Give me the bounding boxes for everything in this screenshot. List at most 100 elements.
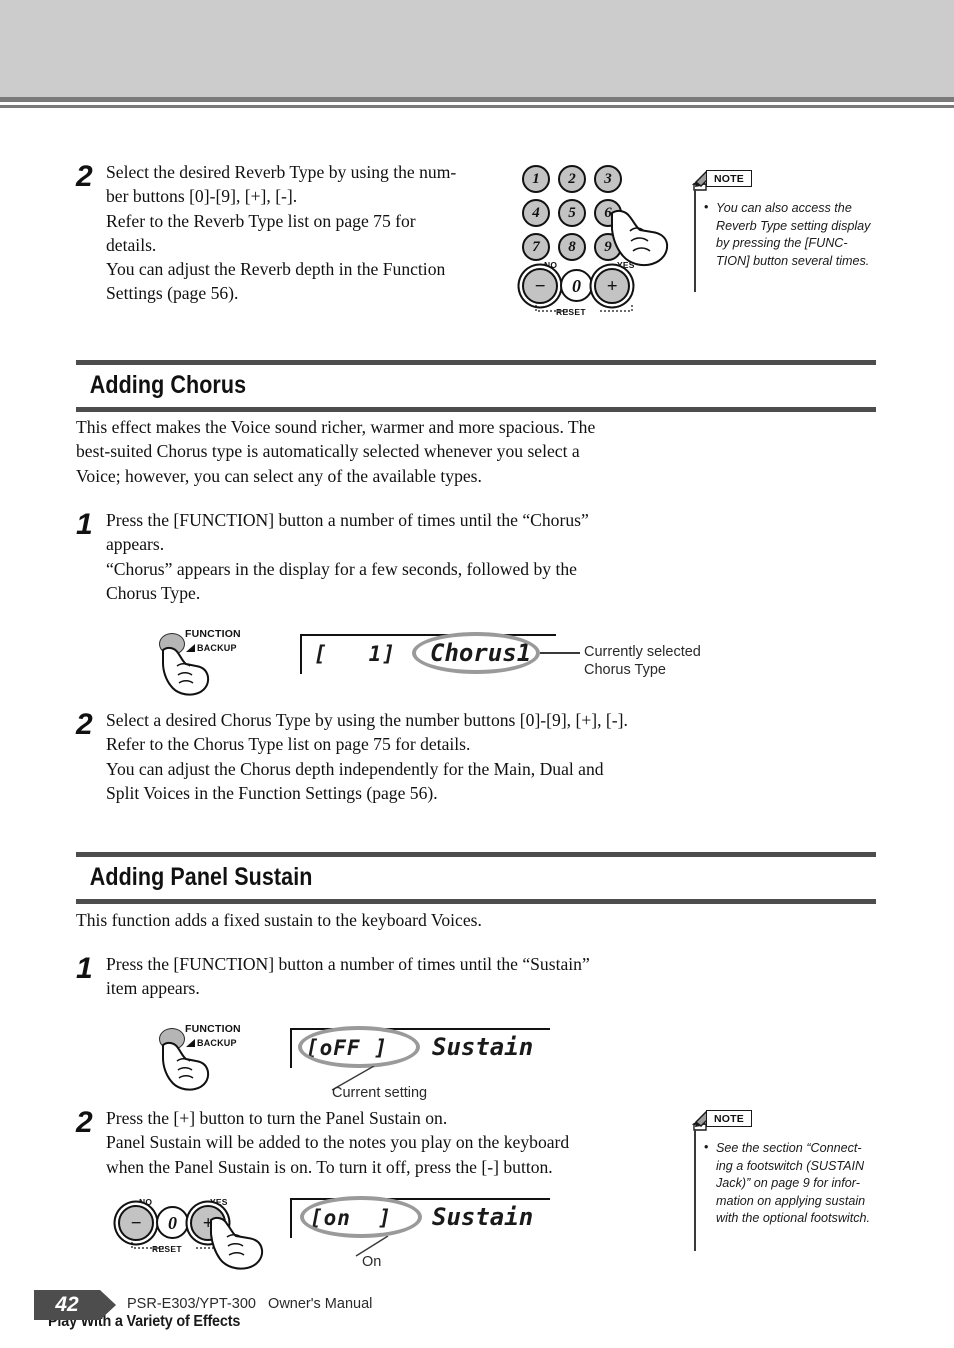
lcd-name-chorus: Chorus1 [430, 639, 532, 667]
note-line: Jack)” on page 9 for infor- [716, 1176, 860, 1190]
intro-line: This effect makes the Voice sound richer… [76, 417, 596, 437]
step-text: Press the [FUNCTION] button a number of … [106, 508, 589, 605]
manual-title: PSR-E303/YPT-300 Owner's Manual [127, 1296, 373, 1312]
note-tab-label: NOTE [706, 1110, 752, 1127]
step-line: Select a desired Chorus Type by using th… [106, 710, 628, 730]
note-vertical-rule [694, 189, 696, 292]
lcd-value-sustain-off: [oFF ] [306, 1036, 388, 1060]
pointing-hand-icon [611, 209, 669, 267]
note-line: with the optional footswitch. [716, 1211, 871, 1225]
step-line: Refer to the Chorus Type list on page 75… [106, 734, 471, 755]
keypad-key-1[interactable]: 1 [522, 165, 550, 193]
reset-bracket-icon [535, 305, 633, 312]
lcd-display-sustain-on: [on ] Sustain [290, 1198, 550, 1238]
step-line: You can adjust the Reverb depth in the F… [106, 259, 446, 280]
function-button-label: FUNCTION [185, 1023, 241, 1035]
number-keypad-illustration: 1 2 3 4 5 6 7 8 9 NO YES − 0 + RESET [518, 165, 669, 317]
chorus-step-2: 2 Select a desired Chorus Type by using … [76, 708, 776, 805]
note-line: ing a footswitch (SUSTAIN [716, 1158, 865, 1173]
keypad-key-0[interactable]: 0 [560, 269, 593, 302]
step-number: 2 [76, 160, 93, 193]
section-adding-panel-sustain: Adding Panel Sustain [76, 852, 876, 904]
note-line: Reverb Type setting display [716, 218, 871, 233]
step-line: “Chorus” appears in the display for a fe… [106, 558, 577, 579]
lcd-display-chorus: [ 1] Chorus1 [300, 634, 556, 674]
step-number: 1 [76, 508, 93, 541]
note-bullet: • [704, 1140, 709, 1154]
step-line: Press the [FUNCTION] button a number of … [106, 954, 590, 974]
callout-chorus-type: Currently selected Chorus Type [584, 643, 724, 679]
note-box-reverb: NOTE • You can also access the Reverb Ty… [692, 170, 882, 292]
section-title: Adding Chorus [89, 371, 247, 399]
note-box-sustain: NOTE • See the section “Connect- ing a f… [692, 1110, 887, 1251]
section-adding-chorus: Adding Chorus [76, 360, 876, 412]
note-line: mation on applying sustain [716, 1193, 866, 1208]
note-line: by pressing the [FUNC- [716, 236, 848, 250]
callout-leader-line-chorus [540, 652, 580, 654]
step-number: 2 [76, 1106, 93, 1139]
note-tab-label: NOTE [706, 170, 752, 187]
section-rule-bottom [76, 899, 876, 904]
keypad-key-3[interactable]: 3 [594, 165, 622, 193]
step-text: Select the desired Reverb Type by using … [106, 160, 456, 306]
function-button-illustration-chorus: FUNCTION BACKUP [155, 628, 275, 698]
pointing-hand-icon [162, 646, 210, 696]
sustain-step-1: 1 Press the [FUNCTION] button a number o… [76, 952, 696, 1001]
header-rule-thick [0, 97, 954, 102]
step-line: You can adjust the Chorus depth independ… [106, 758, 604, 779]
step-line: item appears. [106, 978, 200, 999]
keypad-key-5[interactable]: 5 [558, 199, 586, 227]
page-header-band [0, 0, 954, 97]
minus-zero-plus-illustration: NO YES − 0 + RESET [112, 1197, 272, 1277]
keypad-key-minus[interactable]: − [522, 268, 558, 304]
keypad-key-0[interactable]: 0 [156, 1206, 189, 1239]
note-line: See the section “Connect- [716, 1141, 862, 1155]
step-text: Press the [FUNCTION] button a number of … [106, 952, 590, 1001]
lcd-display-sustain-off: [oFF ] Sustain [290, 1028, 550, 1068]
step-line: Settings (page 56). [106, 283, 239, 304]
sustain-intro-text: This function adds a fixed sustain to th… [76, 908, 716, 932]
callout-line: Currently selected [584, 644, 701, 660]
step-line: Refer to the Reverb Type list on page 75… [106, 210, 416, 231]
step-line: details. [106, 234, 157, 255]
step-line: when the Panel Sustain is on. To turn it… [106, 1156, 553, 1177]
note-text: You can also access the Reverb Type sett… [716, 200, 876, 270]
pointing-hand-icon [162, 1041, 210, 1091]
step-line: Chorus Type. [106, 582, 201, 603]
note-vertical-rule [694, 1129, 696, 1251]
callout-current-setting: Current setting [332, 1085, 428, 1101]
keypad-key-4[interactable]: 4 [522, 199, 550, 227]
keypad-key-2[interactable]: 2 [558, 165, 586, 193]
step-line: Press the [FUNCTION] button a number of … [106, 510, 589, 530]
callout-line: Chorus Type [584, 662, 666, 678]
step-number: 2 [76, 708, 93, 741]
function-button-label: FUNCTION [185, 628, 241, 640]
callout-on: On [362, 1254, 382, 1270]
section-rule-bottom [76, 407, 876, 412]
note-bullet: • [704, 200, 709, 214]
step-line: Split Voices in the Function Settings (p… [106, 782, 438, 803]
step-text: Press the [+] button to turn the Panel S… [106, 1106, 569, 1179]
lcd-name-sustain-on: Sustain [432, 1203, 534, 1231]
lcd-value-chorus: [ 1] [314, 642, 396, 666]
step-text: Select a desired Chorus Type by using th… [106, 708, 628, 805]
keypad-key-7[interactable]: 7 [522, 233, 550, 261]
page-number: 42 [55, 1293, 79, 1316]
reverb-step-2: 2 Select the desired Reverb Type by usin… [76, 160, 496, 306]
chorus-step-1: 1 Press the [FUNCTION] button a number o… [76, 508, 696, 605]
intro-line: best-suited Chorus type is automatically… [76, 441, 580, 462]
intro-line: Voice; however, you can select any of th… [76, 465, 482, 486]
function-button-illustration-sustain: FUNCTION BACKUP [155, 1023, 275, 1093]
note-line: You can also access the [716, 201, 852, 215]
step-line: Panel Sustain will be added to the notes… [106, 1132, 570, 1153]
intro-line: This function adds a fixed sustain to th… [76, 910, 482, 930]
keypad-key-minus[interactable]: − [118, 1205, 154, 1241]
note-line: TION] button several times. [716, 253, 870, 268]
step-number: 1 [76, 952, 93, 985]
header-rule-thin [0, 105, 954, 108]
keypad-key-8[interactable]: 8 [558, 233, 586, 261]
pointing-hand-icon [210, 1216, 264, 1270]
lcd-value-sustain-on: [on ] [310, 1206, 392, 1230]
footer-page-tag-arrow [100, 1290, 116, 1320]
lcd-name-sustain-off: Sustain [432, 1033, 534, 1061]
